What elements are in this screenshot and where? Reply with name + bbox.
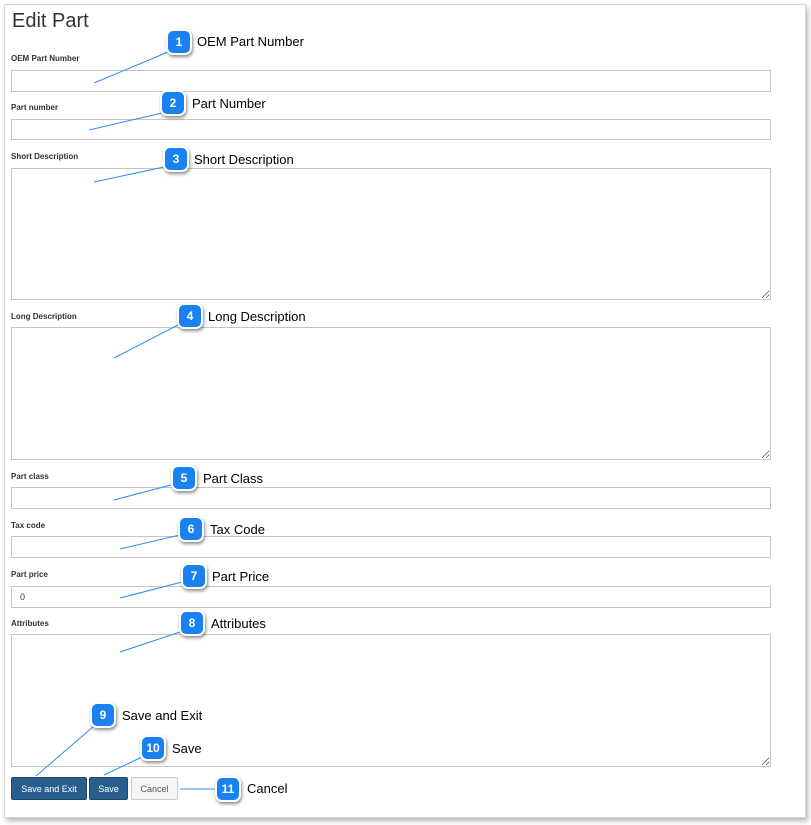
- long-description-textarea[interactable]: [11, 327, 771, 460]
- callout-7-text: Part Price: [212, 569, 270, 584]
- short-description-label: Short Description: [11, 152, 79, 161]
- callout-3-text: Short Description: [194, 152, 294, 167]
- callout-5-text: Part Class: [203, 471, 263, 486]
- part-class-input[interactable]: [11, 487, 771, 509]
- callout-9-badge: 9: [90, 702, 116, 728]
- callout-7-badge: 7: [181, 563, 207, 589]
- callout-1-badge: 1: [166, 29, 192, 55]
- callout-8-text: Attributes: [211, 616, 266, 631]
- attributes-textarea[interactable]: [11, 634, 771, 767]
- part-number-label: Part number: [11, 103, 59, 112]
- long-description-label: Long Description: [11, 312, 77, 321]
- save-and-exit-button[interactable]: Save and Exit: [11, 777, 87, 800]
- callout-2-text: Part Number: [192, 96, 266, 111]
- cancel-button[interactable]: Cancel: [131, 777, 178, 800]
- callout-6-badge: 6: [178, 516, 204, 542]
- callout-9-text: Save and Exit: [122, 708, 203, 723]
- callout-6-text: Tax Code: [210, 522, 265, 537]
- part-price-input[interactable]: [11, 586, 771, 608]
- callout-11-text: Cancel: [247, 781, 288, 796]
- tax-code-input[interactable]: [11, 536, 771, 558]
- page-title: Edit Part: [12, 10, 89, 32]
- part-class-label: Part class: [11, 472, 49, 481]
- callout-4-badge: 4: [177, 303, 203, 329]
- callout-10-text: Save: [172, 741, 202, 756]
- callout-3-badge: 3: [163, 146, 189, 172]
- oem-part-number-label: OEM Part Number: [11, 54, 80, 63]
- callout-5-badge: 5: [171, 465, 197, 491]
- callout-8-badge: 8: [179, 610, 205, 636]
- save-button[interactable]: Save: [89, 777, 128, 800]
- callout-4-text: Long Description: [208, 309, 306, 324]
- attributes-label: Attributes: [11, 619, 49, 628]
- tax-code-label: Tax code: [11, 521, 46, 530]
- short-description-textarea[interactable]: [11, 168, 771, 300]
- oem-part-number-input[interactable]: [11, 70, 771, 92]
- part-number-input[interactable]: [11, 119, 771, 140]
- callout-10-badge: 10: [140, 735, 166, 761]
- part-price-label: Part price: [11, 570, 48, 579]
- callout-11-badge: 11: [215, 776, 241, 802]
- callout-2-badge: 2: [160, 90, 186, 116]
- callout-1-text: OEM Part Number: [197, 34, 304, 49]
